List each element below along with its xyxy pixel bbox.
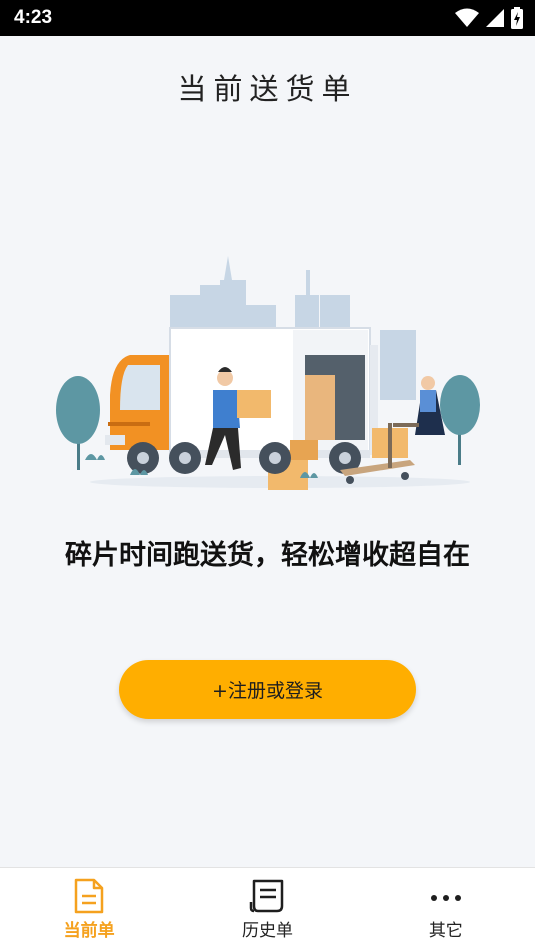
status-time: 4:23 bbox=[14, 7, 53, 28]
tab-label: 当前单 bbox=[63, 921, 115, 941]
tab-label: 其它 bbox=[428, 921, 463, 941]
document-icon bbox=[74, 878, 104, 914]
register-login-button[interactable]: +注册或登录 bbox=[119, 660, 416, 719]
battery-icon bbox=[511, 7, 523, 29]
wifi-icon bbox=[455, 8, 479, 27]
status-icons bbox=[455, 6, 523, 30]
history-doc-icon bbox=[250, 879, 284, 913]
tab-other[interactable]: 其它 bbox=[357, 868, 535, 952]
more-icon bbox=[430, 895, 461, 901]
delivery-truck-illustration bbox=[56, 256, 480, 490]
tab-label: 历史单 bbox=[241, 921, 293, 941]
slogan-text: 碎片时间跑送货，轻松增收超自在 bbox=[65, 540, 470, 571]
tab-history-orders[interactable]: 历史单 bbox=[178, 868, 356, 952]
page-title: 当前送货单 bbox=[177, 72, 358, 106]
signal-icon bbox=[486, 9, 504, 27]
bottom-tab-bar: 当前单 历史单 其它 bbox=[0, 867, 535, 952]
tab-current-orders[interactable]: 当前单 bbox=[0, 868, 178, 952]
status-bar: 4:23 bbox=[0, 0, 535, 36]
